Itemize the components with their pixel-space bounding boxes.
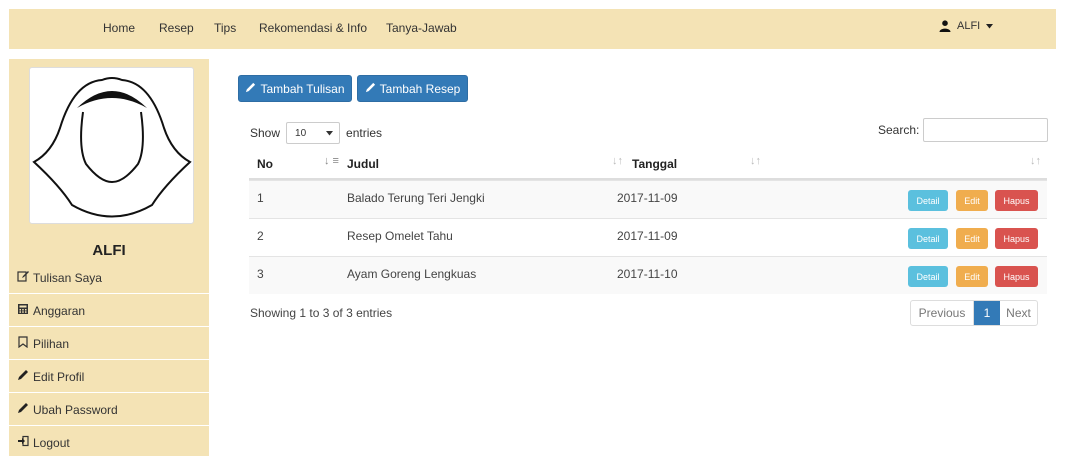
cell-tanggal: 2017-11-09 [617, 191, 678, 205]
logout-icon [17, 435, 29, 450]
caret-down-icon [986, 23, 994, 29]
sidebar-item-label: Pilihan [33, 336, 70, 351]
table-row: 1 Balado Terung Teri Jengki 2017-11-09 D… [249, 180, 1047, 218]
detail-button[interactable]: Detail [908, 228, 948, 249]
page-1-button[interactable]: 1 [974, 301, 1000, 325]
cell-tanggal: 2017-11-10 [617, 267, 678, 281]
column-header-judul[interactable]: Judul [347, 157, 379, 171]
hapus-button[interactable]: Hapus [995, 266, 1038, 287]
edit-button[interactable]: Edit [956, 266, 988, 287]
user-menu[interactable]: ALFI [939, 20, 994, 32]
sidebar-item-label: Tulisan Saya [33, 270, 102, 285]
sidebar-item-ubah-password[interactable]: Ubah Password [9, 394, 209, 426]
top-navbar: Home Resep Tips Rekomendasi & Info Tanya… [9, 9, 1056, 49]
cell-no: 3 [257, 267, 264, 281]
sort-asc-icon[interactable]: ↓ ≡ [324, 155, 339, 167]
user-menu-name: ALFI [957, 20, 981, 32]
caret-down-icon [326, 128, 334, 139]
nav-home[interactable]: Home [103, 21, 135, 35]
hapus-button[interactable]: Hapus [995, 190, 1038, 211]
detail-button[interactable]: Detail [908, 266, 948, 287]
search-input[interactable] [923, 118, 1049, 142]
sidebar-item-tulisan-saya[interactable]: Tulisan Saya [9, 262, 209, 294]
table-info: Showing 1 to 3 of 3 entries [250, 306, 393, 320]
column-header-tanggal[interactable]: Tanggal [632, 157, 677, 171]
avatar [29, 67, 194, 224]
edit-button[interactable]: Edit [956, 190, 988, 211]
sidebar-item-label: Ubah Password [33, 402, 118, 417]
edit-button[interactable]: Edit [956, 228, 988, 249]
search-control: Search: [878, 118, 1049, 142]
sort-icon[interactable]: ↓↑ [750, 155, 761, 167]
nav-rekomendasi-info[interactable]: Rekomendasi & Info [259, 21, 367, 35]
calculator-icon [17, 303, 29, 318]
next-page-button[interactable]: Next [1000, 301, 1037, 325]
entries-label: entries [346, 126, 383, 140]
pencil-icon [17, 369, 29, 384]
sidebar-item-label: Edit Profil [33, 369, 85, 384]
pencil-icon [17, 402, 29, 417]
user-icon [939, 20, 951, 32]
sidebar-item-label: Anggaran [33, 303, 86, 318]
cell-tanggal: 2017-11-09 [617, 229, 678, 243]
tambah-tulisan-label: Tambah Tulisan [260, 81, 345, 96]
cell-judul: Balado Terung Teri Jengki [347, 191, 485, 205]
nav-tanya-jawab[interactable]: Tanya-Jawab [386, 21, 457, 35]
previous-page-button[interactable]: Previous [911, 301, 974, 325]
pagination: Previous 1 Next [910, 300, 1038, 326]
bookmark-icon [17, 336, 29, 351]
column-header-no[interactable]: No [257, 157, 273, 171]
pencil-icon [245, 82, 256, 96]
cell-judul: Resep Omelet Tahu [347, 229, 453, 243]
page-length-select[interactable]: 10 [286, 122, 341, 144]
sidebar-item-edit-profil[interactable]: Edit Profil [9, 361, 209, 393]
sort-icon[interactable]: ↓↑ [612, 155, 623, 167]
tambah-resep-button[interactable]: Tambah Resep [357, 75, 468, 102]
detail-button[interactable]: Detail [908, 190, 948, 211]
sidebar-item-logout[interactable]: Logout [9, 427, 209, 459]
table-row: 2 Resep Omelet Tahu 2017-11-09 Detail Ed… [249, 218, 1047, 256]
sidebar-username: ALFI [92, 242, 126, 259]
nav-tips[interactable]: Tips [214, 21, 236, 35]
pencil-icon [365, 82, 376, 96]
sidebar-item-label: Logout [33, 435, 70, 450]
cell-judul: Ayam Goreng Lengkuas [347, 267, 477, 281]
sort-icon[interactable]: ↓↑ [1030, 155, 1041, 167]
sidebar-item-anggaran[interactable]: Anggaran [9, 295, 209, 327]
tambah-resep-label: Tambah Resep [379, 81, 461, 96]
tambah-tulisan-button[interactable]: Tambah Tulisan [238, 75, 352, 102]
cell-no: 1 [257, 191, 264, 205]
page-length-value: 10 [295, 127, 307, 139]
nav-resep[interactable]: Resep [159, 21, 194, 35]
search-label: Search: [878, 123, 920, 137]
edit-icon [17, 270, 29, 285]
hapus-button[interactable]: Hapus [995, 228, 1038, 249]
cell-no: 2 [257, 229, 264, 243]
sidebar-item-pilihan[interactable]: Pilihan [9, 328, 209, 360]
show-label: Show [250, 126, 281, 140]
table-row: 3 Ayam Goreng Lengkuas 2017-11-10 Detail… [249, 256, 1047, 294]
sidebar: ALFI Tulisan Saya Anggaran Pilihan Edit … [9, 59, 209, 459]
page-length-control: Show 10 entries [250, 122, 382, 144]
